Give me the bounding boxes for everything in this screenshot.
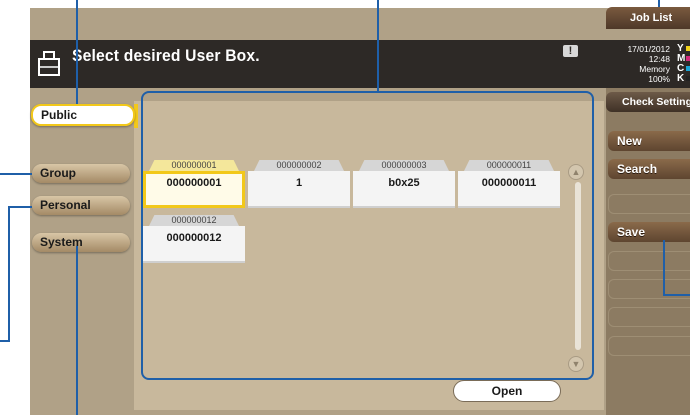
- callout-line-system: [76, 246, 78, 415]
- tab-personal[interactable]: Personal: [32, 196, 130, 215]
- callout-frame: [141, 91, 594, 380]
- job-list-button[interactable]: Job List: [606, 7, 690, 29]
- disabled-button-4: [608, 307, 690, 327]
- page-title: Select desired User Box.: [72, 46, 260, 65]
- new-button[interactable]: New: [608, 131, 690, 151]
- toner-label-k: K: [677, 73, 685, 84]
- save-button[interactable]: Save: [608, 222, 690, 242]
- user-box-icon: [38, 51, 60, 76]
- disabled-button-3: [608, 279, 690, 299]
- toner-level-m: [686, 56, 690, 61]
- search-button[interactable]: Search: [608, 159, 690, 179]
- memory-value: 100%: [648, 74, 670, 84]
- callout-line-tabs: [76, 0, 78, 104]
- status-date: 17/01/2012: [627, 44, 670, 54]
- tab-public[interactable]: Public: [31, 104, 135, 126]
- status-time: 12:48: [648, 54, 670, 64]
- warning-icon[interactable]: !: [563, 45, 578, 57]
- tab-system[interactable]: System: [32, 233, 130, 252]
- disabled-button-5: [608, 336, 690, 356]
- callout-line-group: [0, 173, 32, 175]
- callout-line-save-h: [663, 294, 690, 296]
- callout-line-list: [377, 0, 379, 91]
- callout-line-personal-h: [8, 206, 32, 208]
- memory-label: Memory: [639, 64, 670, 74]
- toner-level-c: [686, 66, 690, 71]
- toner-level-y: [686, 46, 690, 51]
- callout-line-joblist: [658, 0, 660, 7]
- disabled-button-1: [608, 194, 690, 214]
- callout-line-save-v: [663, 240, 665, 296]
- check-setting-button[interactable]: Check Setting: [606, 92, 690, 112]
- tab-group[interactable]: Group: [32, 164, 130, 183]
- toner-level-k: [686, 76, 690, 81]
- open-button[interactable]: Open: [453, 380, 561, 402]
- disabled-button-2: [608, 251, 690, 271]
- callout-line-personal-end: [0, 340, 10, 342]
- callout-line-personal-v: [8, 206, 10, 342]
